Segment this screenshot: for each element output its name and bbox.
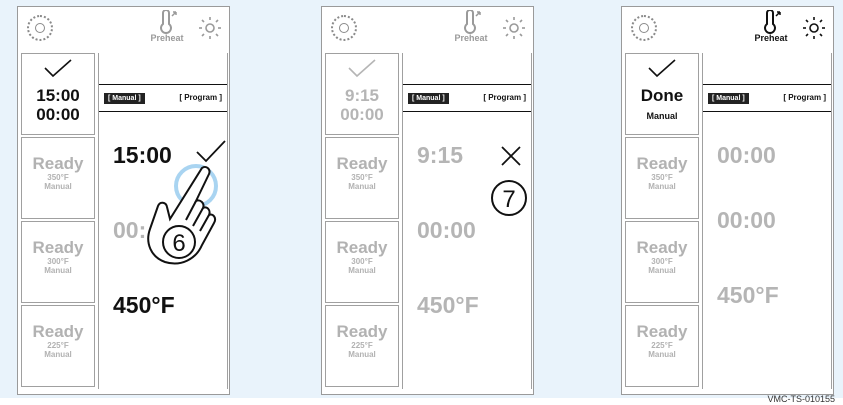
card-title: Ready: [32, 154, 84, 173]
shelf-card[interactable]: Ready 225°F Manual: [625, 305, 699, 387]
tab-manual[interactable]: [ Manual ]: [104, 93, 145, 104]
preheat-label: Preheat: [150, 33, 184, 43]
tab-manual[interactable]: [ Manual ]: [708, 93, 749, 104]
tab-program[interactable]: [ Program ]: [179, 93, 222, 102]
shelf-card[interactable]: Ready 300°F Manual: [325, 221, 399, 303]
tab-manual[interactable]: [ Manual ]: [408, 93, 449, 104]
shelf-card-active[interactable]: 9:15 00:00: [325, 53, 399, 135]
card-mode: Manual: [44, 182, 72, 191]
main-display: [ Manual ] [ Program ] 9:15 7 00:00 450°…: [402, 53, 532, 389]
card-temp: 350°F: [351, 173, 373, 182]
temperature-value: 450°F: [717, 282, 779, 308]
screen-panel-2: Preheat 9:15 00:00 Ready 350°F Manual Re…: [321, 6, 534, 395]
shelf-card[interactable]: Ready 350°F Manual: [325, 137, 399, 219]
temperature-value: 450°F: [113, 292, 175, 318]
shelf-sidebar: Done Manual Ready 350°F Manual Ready 300…: [625, 53, 699, 389]
card-title: Ready: [336, 238, 388, 257]
card-mode: Manual: [648, 266, 676, 275]
card-mode: Manual: [44, 350, 72, 359]
shelf-timer: 15:00: [36, 86, 80, 105]
card-mode: Manual: [44, 266, 72, 275]
card-mode: Manual: [348, 350, 376, 359]
shelf-sidebar: 9:15 00:00 Ready 350°F Manual Ready 300°…: [325, 53, 399, 389]
shelf-card[interactable]: Ready 350°F Manual: [625, 137, 699, 219]
tab-program[interactable]: [ Program ]: [783, 93, 826, 102]
card-temp: 225°F: [351, 341, 373, 350]
brightness-icon[interactable]: [198, 16, 222, 40]
mode-tabs: [ Manual ] [ Program ]: [703, 84, 831, 112]
shelf-card[interactable]: Ready 350°F Manual: [21, 137, 95, 219]
temperature-value: 450°F: [417, 292, 479, 318]
card-title: Ready: [336, 154, 388, 173]
card-temp: 350°F: [47, 173, 69, 182]
main-display: [ Manual ] [ Program ] 00:00 00:00 450°F: [702, 53, 832, 389]
screen-panel-3: Preheat Done Manual Ready 350°F Manual R…: [621, 6, 834, 395]
time-remaining-value: 00:00: [717, 207, 776, 233]
card-title: Ready: [636, 238, 688, 257]
mode-tabs: [ Manual ] [ Program ]: [403, 84, 531, 112]
brightness-icon[interactable]: [502, 16, 526, 40]
card-temp: 350°F: [651, 173, 673, 182]
shelf-sidebar: 15:00 00:00 Ready 350°F Manual Ready 300…: [21, 53, 95, 389]
preheat-button[interactable]: Preheat: [746, 10, 796, 50]
card-mode: Manual: [648, 350, 676, 359]
preheat-button[interactable]: Preheat: [142, 10, 192, 50]
card-temp: 225°F: [47, 341, 69, 350]
mode-tabs: [ Manual ] [ Program ]: [99, 84, 227, 112]
pointing-hand-icon: 6: [147, 165, 217, 265]
time-remaining-value: 00:00: [417, 217, 476, 243]
shelf-card-done[interactable]: Done Manual: [625, 53, 699, 135]
shelf-time-remaining: 00:00: [36, 105, 80, 124]
thermometer-icon: [764, 10, 781, 34]
settings-gear-icon[interactable]: [631, 15, 657, 41]
brightness-icon[interactable]: [802, 16, 826, 40]
thermometer-icon: [160, 10, 177, 34]
tab-program[interactable]: [ Program ]: [483, 93, 526, 102]
card-mode: Manual: [348, 182, 376, 191]
check-icon: [348, 59, 376, 78]
shelf-card[interactable]: Ready 300°F Manual: [21, 221, 95, 303]
screen-panel-1: Preheat 15:00 00:00 Ready 350°F Manual R…: [17, 6, 230, 395]
thermometer-icon: [464, 10, 481, 34]
settings-gear-icon[interactable]: [27, 15, 53, 41]
card-title: Ready: [636, 322, 688, 341]
check-icon: [648, 59, 676, 78]
timer-value: 00:00: [717, 142, 776, 168]
step-number: 7: [502, 186, 515, 213]
settings-gear-icon[interactable]: [331, 15, 357, 41]
top-bar: Preheat: [322, 7, 533, 53]
step-number: 6: [172, 230, 185, 257]
figure-code: VMC-TS-010155: [767, 394, 835, 404]
card-temp: 300°F: [651, 257, 673, 266]
cancel-x-icon[interactable]: [500, 145, 522, 167]
shelf-status: Done: [640, 86, 684, 105]
shelf-card[interactable]: Ready 300°F Manual: [625, 221, 699, 303]
preheat-button[interactable]: Preheat: [446, 10, 496, 50]
card-title: Ready: [32, 322, 84, 341]
top-bar: Preheat: [18, 7, 229, 53]
card-mode: Manual: [648, 182, 676, 191]
shelf-card-active[interactable]: 15:00 00:00: [21, 53, 95, 135]
preheat-label: Preheat: [454, 33, 488, 43]
check-icon: [44, 59, 72, 78]
card-temp: 300°F: [47, 257, 69, 266]
card-title: Ready: [636, 154, 688, 173]
timer-value: 9:15: [417, 142, 464, 168]
shelf-timer: 9:15: [344, 86, 380, 105]
top-bar: Preheat: [622, 7, 833, 53]
preheat-label: Preheat: [754, 33, 788, 43]
shelf-card[interactable]: Ready 225°F Manual: [21, 305, 95, 387]
main-display: [ Manual ] [ Program ] 15:00 00: 450°F 6: [98, 53, 228, 389]
card-title: Ready: [336, 322, 388, 341]
card-mode: Manual: [348, 266, 376, 275]
shelf-time-remaining: 00:00: [340, 105, 384, 124]
confirm-check-icon[interactable]: [195, 139, 227, 163]
shelf-card[interactable]: Ready 225°F Manual: [325, 305, 399, 387]
card-temp: 300°F: [351, 257, 373, 266]
step-badge: 7: [491, 180, 527, 216]
card-title: Ready: [32, 238, 84, 257]
card-temp: 225°F: [651, 341, 673, 350]
shelf-mode: Manual: [646, 111, 678, 121]
